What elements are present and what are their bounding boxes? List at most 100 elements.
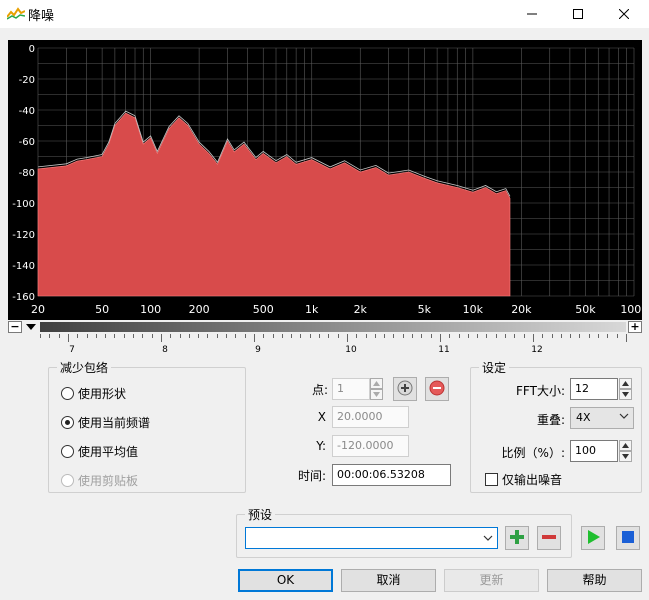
chevron-up-icon[interactable] — [619, 440, 632, 451]
chevron-down-icon[interactable] — [619, 451, 632, 462]
ruler-tick — [495, 334, 497, 338]
x-axis-tick-label: 20k — [511, 303, 532, 316]
close-button[interactable] — [601, 0, 647, 28]
noise-reduction-icon — [6, 6, 26, 20]
scroll-gradient-bar[interactable] — [40, 322, 626, 332]
ruler-tick — [346, 334, 348, 342]
ruler-label: 9 — [255, 345, 261, 355]
ruler-tick — [170, 334, 172, 338]
ruler-tick — [421, 334, 423, 338]
add-circle-icon — [397, 380, 413, 399]
ratio-field[interactable]: 100 — [570, 440, 618, 462]
envelope-group: 减少包络 使用形状 使用当前频谱 使用平均值 使用剪贴板 — [48, 359, 246, 493]
ruler-tick — [160, 334, 162, 342]
fft-size-field[interactable]: 12 — [570, 378, 618, 400]
fft-size-stepper[interactable] — [619, 378, 632, 400]
ruler-tick — [598, 334, 599, 338]
help-button[interactable]: 帮助 — [547, 569, 642, 592]
ruler-tick — [523, 334, 525, 338]
spectrum-svg[interactable]: 0 -20 -40 -60 -80 -100 -120 -140 -16020 50 100 200 5… — [8, 40, 642, 320]
chevron-up-icon — [370, 378, 383, 389]
frequency-scroll-strip[interactable]: − + — [8, 321, 642, 333]
chevron-down-icon — [370, 389, 383, 400]
envelope-group-title: 减少包络 — [57, 359, 112, 376]
ruler-tick — [514, 334, 516, 338]
plus-icon — [509, 529, 525, 548]
x-axis-tick-label: 100 — [140, 303, 161, 316]
x-axis-tick-label: 20 — [31, 303, 45, 316]
ruler-tick — [105, 334, 107, 338]
ruler-tick — [291, 334, 293, 338]
y-axis-tick-label: -120 — [12, 230, 35, 241]
ruler-tick — [95, 334, 97, 338]
cancel-button[interactable]: 取消 — [341, 569, 436, 592]
add-point-button[interactable] — [393, 377, 417, 401]
zoom-out-button[interactable]: − — [8, 321, 22, 333]
radio-circle[interactable] — [61, 387, 74, 400]
radio-label: 使用平均值 — [78, 445, 139, 459]
ruler-tick — [207, 334, 209, 338]
chevron-down-icon[interactable] — [483, 532, 493, 546]
radio-label: 使用形状 — [78, 387, 127, 401]
remove-preset-button[interactable] — [537, 526, 561, 550]
ruler-tick — [216, 334, 218, 338]
play-button[interactable] — [581, 526, 605, 550]
minus-icon — [541, 529, 557, 548]
y-axis-tick-label: -60 — [19, 137, 35, 148]
time-field[interactable]: 00:00:06.53208 — [332, 464, 451, 486]
ruler-tick — [588, 334, 590, 338]
y-field: -120.0000 — [332, 435, 409, 457]
noise-only-checkbox-row[interactable]: 仅输出噪音 — [485, 471, 562, 488]
zoom-in-button[interactable]: + — [628, 321, 642, 333]
ruler-tick — [356, 334, 358, 338]
ruler-label: 11 — [438, 345, 450, 355]
ruler-tick — [244, 334, 246, 338]
ruler-tick — [86, 334, 88, 338]
minimize-button[interactable] — [509, 0, 555, 28]
x-label: X — [317, 410, 326, 424]
ratio-stepper[interactable] — [619, 440, 632, 462]
ruler-tick — [542, 334, 544, 338]
ruler-tick — [253, 334, 255, 342]
ruler-tick — [123, 334, 125, 338]
radio-circle — [61, 474, 74, 487]
radio-use-shape[interactable]: 使用形状 — [61, 385, 126, 402]
radio-use-average[interactable]: 使用平均值 — [61, 443, 138, 460]
remove-point-button[interactable] — [425, 377, 449, 401]
ruler-tick — [467, 334, 469, 338]
noise-only-label: 仅输出噪音 — [502, 473, 563, 487]
ruler-tick — [570, 334, 572, 338]
overlap-value: 4X — [576, 411, 591, 424]
y-label: Y: — [316, 439, 326, 453]
overlap-select[interactable]: 4X — [570, 407, 634, 429]
point-label: 点: — [311, 383, 328, 397]
ruler-tick — [226, 334, 227, 338]
ruler-tick — [309, 334, 311, 338]
ruler-label: 10 — [345, 345, 357, 355]
ruler-tick — [281, 334, 283, 338]
chevron-up-icon[interactable] — [619, 378, 632, 389]
chevron-down-icon[interactable] — [619, 389, 632, 400]
radio-circle[interactable] — [61, 445, 74, 458]
ok-button[interactable]: OK — [238, 569, 333, 592]
ruler-tick — [616, 334, 618, 338]
overlap-label: 重叠: — [536, 413, 565, 427]
noise-only-checkbox[interactable] — [485, 473, 498, 486]
radio-circle[interactable] — [61, 416, 74, 429]
maximize-button[interactable] — [555, 0, 601, 28]
x-axis-tick-label: 100k — [620, 303, 642, 316]
add-preset-button[interactable] — [505, 526, 529, 550]
ruler-tick — [49, 334, 51, 338]
preset-combobox[interactable] — [245, 527, 498, 549]
chevron-down-icon[interactable] — [23, 321, 39, 333]
radio-label: 使用剪贴板 — [78, 474, 139, 488]
spectrum-graph[interactable]: 0 -20 -40 -60 -80 -100 -120 -140 -160 20 50 100 200 5… — [8, 40, 642, 320]
play-icon — [585, 529, 601, 548]
ruler-tick — [412, 334, 413, 338]
ruler-tick — [133, 334, 134, 338]
ruler-label: 7 — [69, 345, 75, 355]
ratio-label: 比例（%）: — [501, 446, 565, 460]
radio-use-current-spectrum[interactable]: 使用当前频谱 — [61, 414, 150, 431]
stop-button[interactable] — [616, 526, 640, 550]
ruler-label: 8 — [162, 345, 168, 355]
